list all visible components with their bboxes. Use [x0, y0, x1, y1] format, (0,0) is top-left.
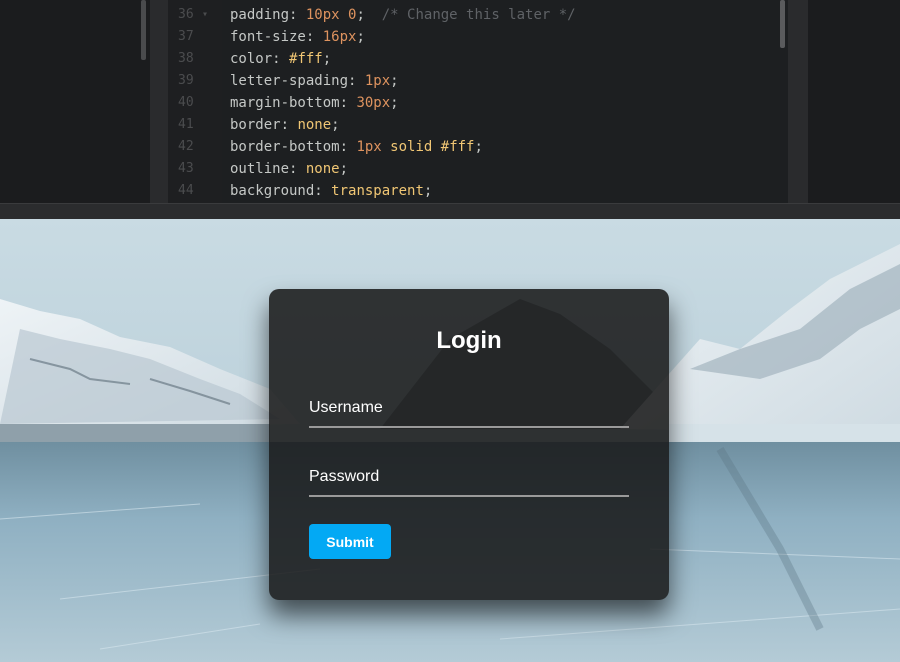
code-token: ;	[423, 183, 433, 199]
code-token: ;	[322, 51, 332, 67]
code-line[interactable]: 38 color: #fff;	[168, 48, 768, 70]
code-text: margin-bottom: 30px;	[230, 92, 399, 114]
line-number: 44	[178, 183, 194, 198]
code-line[interactable]: 39 letter-spading: 1px;	[168, 70, 768, 92]
minimap-pane	[808, 0, 900, 203]
code-token: none	[297, 117, 332, 133]
editor-separator-right	[788, 0, 808, 203]
line-number: 37	[178, 29, 194, 44]
code-token: background	[230, 183, 315, 199]
editor-scrollbar[interactable]	[780, 0, 785, 48]
code-token: color	[230, 51, 273, 67]
line-number: 38	[178, 51, 194, 66]
code-token: :	[280, 117, 298, 133]
code-text: border: none;	[230, 114, 340, 136]
code-token: :	[272, 51, 290, 67]
code-text: padding: 10px 0; /* Change this later */	[230, 4, 576, 26]
code-token: font-size	[230, 29, 306, 45]
code-token: ;	[474, 139, 483, 155]
code-token: ;	[356, 7, 382, 23]
file-explorer-pane	[0, 0, 150, 203]
code-token: solid	[390, 139, 433, 155]
login-card: Login Username Password Submit	[269, 289, 669, 600]
code-token: none	[305, 161, 340, 177]
code-line[interactable]: 44 background: transparent;	[168, 180, 768, 202]
code-token: margin-bottom	[230, 95, 340, 111]
code-text: color: #fff;	[230, 48, 331, 70]
code-token: transparent	[331, 183, 424, 199]
code-token: #fff	[440, 139, 475, 155]
code-token: :	[339, 139, 357, 155]
code-token: outline	[230, 161, 290, 177]
pane-resize-handle[interactable]	[0, 203, 900, 219]
code-token: ;	[390, 73, 399, 89]
code-token: 10px 0	[305, 7, 357, 23]
code-token: 30px	[356, 95, 391, 111]
code-text: border-bottom: 1px solid #fff;	[230, 136, 483, 158]
code-area[interactable]: 36 ▾ padding: 10px 0; /* Change this later…	[168, 0, 788, 203]
code-line[interactable]: 41 border: none;	[168, 114, 768, 136]
code-token: padding	[230, 7, 290, 23]
line-number: 42	[178, 139, 194, 154]
code-token: :	[289, 161, 306, 177]
code-token: 1px	[364, 73, 391, 89]
code-token: /* Change this later */	[381, 7, 576, 23]
code-token: 16px	[322, 29, 357, 45]
code-line[interactable]: 43 outline: none;	[168, 158, 768, 180]
code-line[interactable]: 40 margin-bottom: 30px;	[168, 92, 768, 114]
code-token: ;	[331, 117, 340, 133]
code-token: ;	[339, 161, 349, 177]
code-token: letter-spading	[230, 73, 349, 89]
code-token: :	[339, 95, 357, 111]
code-token: ;	[356, 29, 365, 45]
code-token: border-bottom	[230, 139, 340, 155]
line-number: 41	[178, 117, 194, 132]
code-token: :	[314, 183, 332, 199]
code-editor[interactable]: 36 ▾ padding: 10px 0; /* Change this later…	[0, 0, 900, 203]
code-token: border	[230, 117, 281, 133]
login-title: Login	[436, 327, 502, 354]
line-number: 43	[178, 161, 194, 176]
username-field[interactable]: Username	[309, 392, 629, 428]
code-text: background: transparent;	[230, 180, 432, 202]
code-line[interactable]: 37 font-size: 16px;	[168, 26, 768, 48]
code-token: :	[305, 29, 323, 45]
code-text: letter-spading: 1px;	[230, 70, 399, 92]
editor-separator	[150, 0, 168, 203]
line-number: 40	[178, 95, 194, 110]
code-token: ;	[390, 95, 399, 111]
preview-pane: Login Username Password Submit	[0, 219, 900, 662]
code-line[interactable]: 42 border-bottom: 1px solid #fff;	[168, 136, 768, 158]
explorer-scrollbar[interactable]	[141, 0, 146, 60]
code-token: 1px	[356, 139, 382, 155]
submit-button[interactable]: Submit	[309, 524, 391, 559]
code-text: font-size: 16px;	[230, 26, 365, 48]
code-token: :	[348, 73, 365, 89]
code-token: #fff	[289, 51, 323, 67]
code-line[interactable]: 36 ▾ padding: 10px 0; /* Change this later…	[168, 4, 768, 26]
fold-toggle-icon[interactable]: ▾	[202, 4, 208, 26]
code-text: outline: none;	[230, 158, 348, 180]
code-token: :	[289, 7, 306, 23]
username-input[interactable]	[309, 392, 629, 426]
password-field[interactable]: Password	[309, 461, 629, 497]
password-input[interactable]	[309, 461, 629, 495]
line-number: 36	[178, 7, 194, 22]
line-number: 39	[178, 73, 194, 88]
